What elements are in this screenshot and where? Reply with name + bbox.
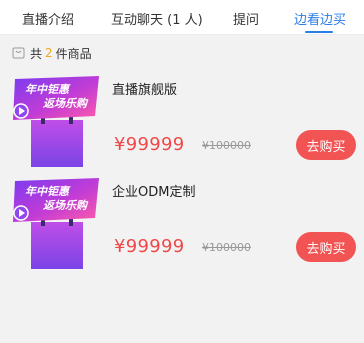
product-price: ¥99999 — [114, 236, 185, 257]
product-item[interactable]: 年中钜惠 返场乐购 企业ODM定制 ¥99999 ¥100000 去购买 — [0, 178, 364, 269]
svg-text:年中钜惠: 年中钜惠 — [25, 83, 71, 96]
product-item[interactable]: 年中钜惠 返场乐购 直播旗舰版 ¥99999 ¥100000 去购买 — [0, 76, 364, 167]
product-original-price: ¥100000 — [202, 241, 251, 254]
product-original-price: ¥100000 — [202, 139, 251, 152]
summary-suffix: 件商品 — [55, 46, 92, 61]
bag-icon — [12, 47, 25, 59]
tab-chat[interactable]: 互动聊天 (1 人) — [111, 9, 203, 28]
svg-text:年中钜惠: 年中钜惠 — [25, 185, 71, 198]
product-thumbnail[interactable]: 年中钜惠 返场乐购 — [11, 178, 101, 269]
tab-shop[interactable]: 边看边买 — [294, 9, 346, 28]
summary-count: 2 — [45, 46, 53, 60]
active-tab-indicator — [305, 31, 333, 33]
product-name[interactable]: 直播旗舰版 — [112, 79, 177, 98]
buy-button[interactable]: 去购买 — [296, 130, 356, 160]
svg-text:返场乐购: 返场乐购 — [43, 199, 89, 212]
product-thumbnail[interactable]: 年中钜惠 返场乐购 — [11, 76, 101, 167]
product-summary: 共 2 件商品 — [12, 45, 92, 61]
product-name[interactable]: 企业ODM定制 — [112, 181, 195, 200]
tab-bar: 直播介绍 互动聊天 (1 人) 提问 边看边买 — [0, 0, 364, 35]
tab-live-intro[interactable]: 直播介绍 — [22, 9, 74, 28]
product-price: ¥99999 — [114, 134, 185, 155]
buy-button[interactable]: 去购买 — [296, 232, 356, 262]
tab-questions[interactable]: 提问 — [233, 9, 259, 28]
summary-prefix: 共 — [30, 46, 43, 61]
svg-text:返场乐购: 返场乐购 — [43, 97, 89, 110]
